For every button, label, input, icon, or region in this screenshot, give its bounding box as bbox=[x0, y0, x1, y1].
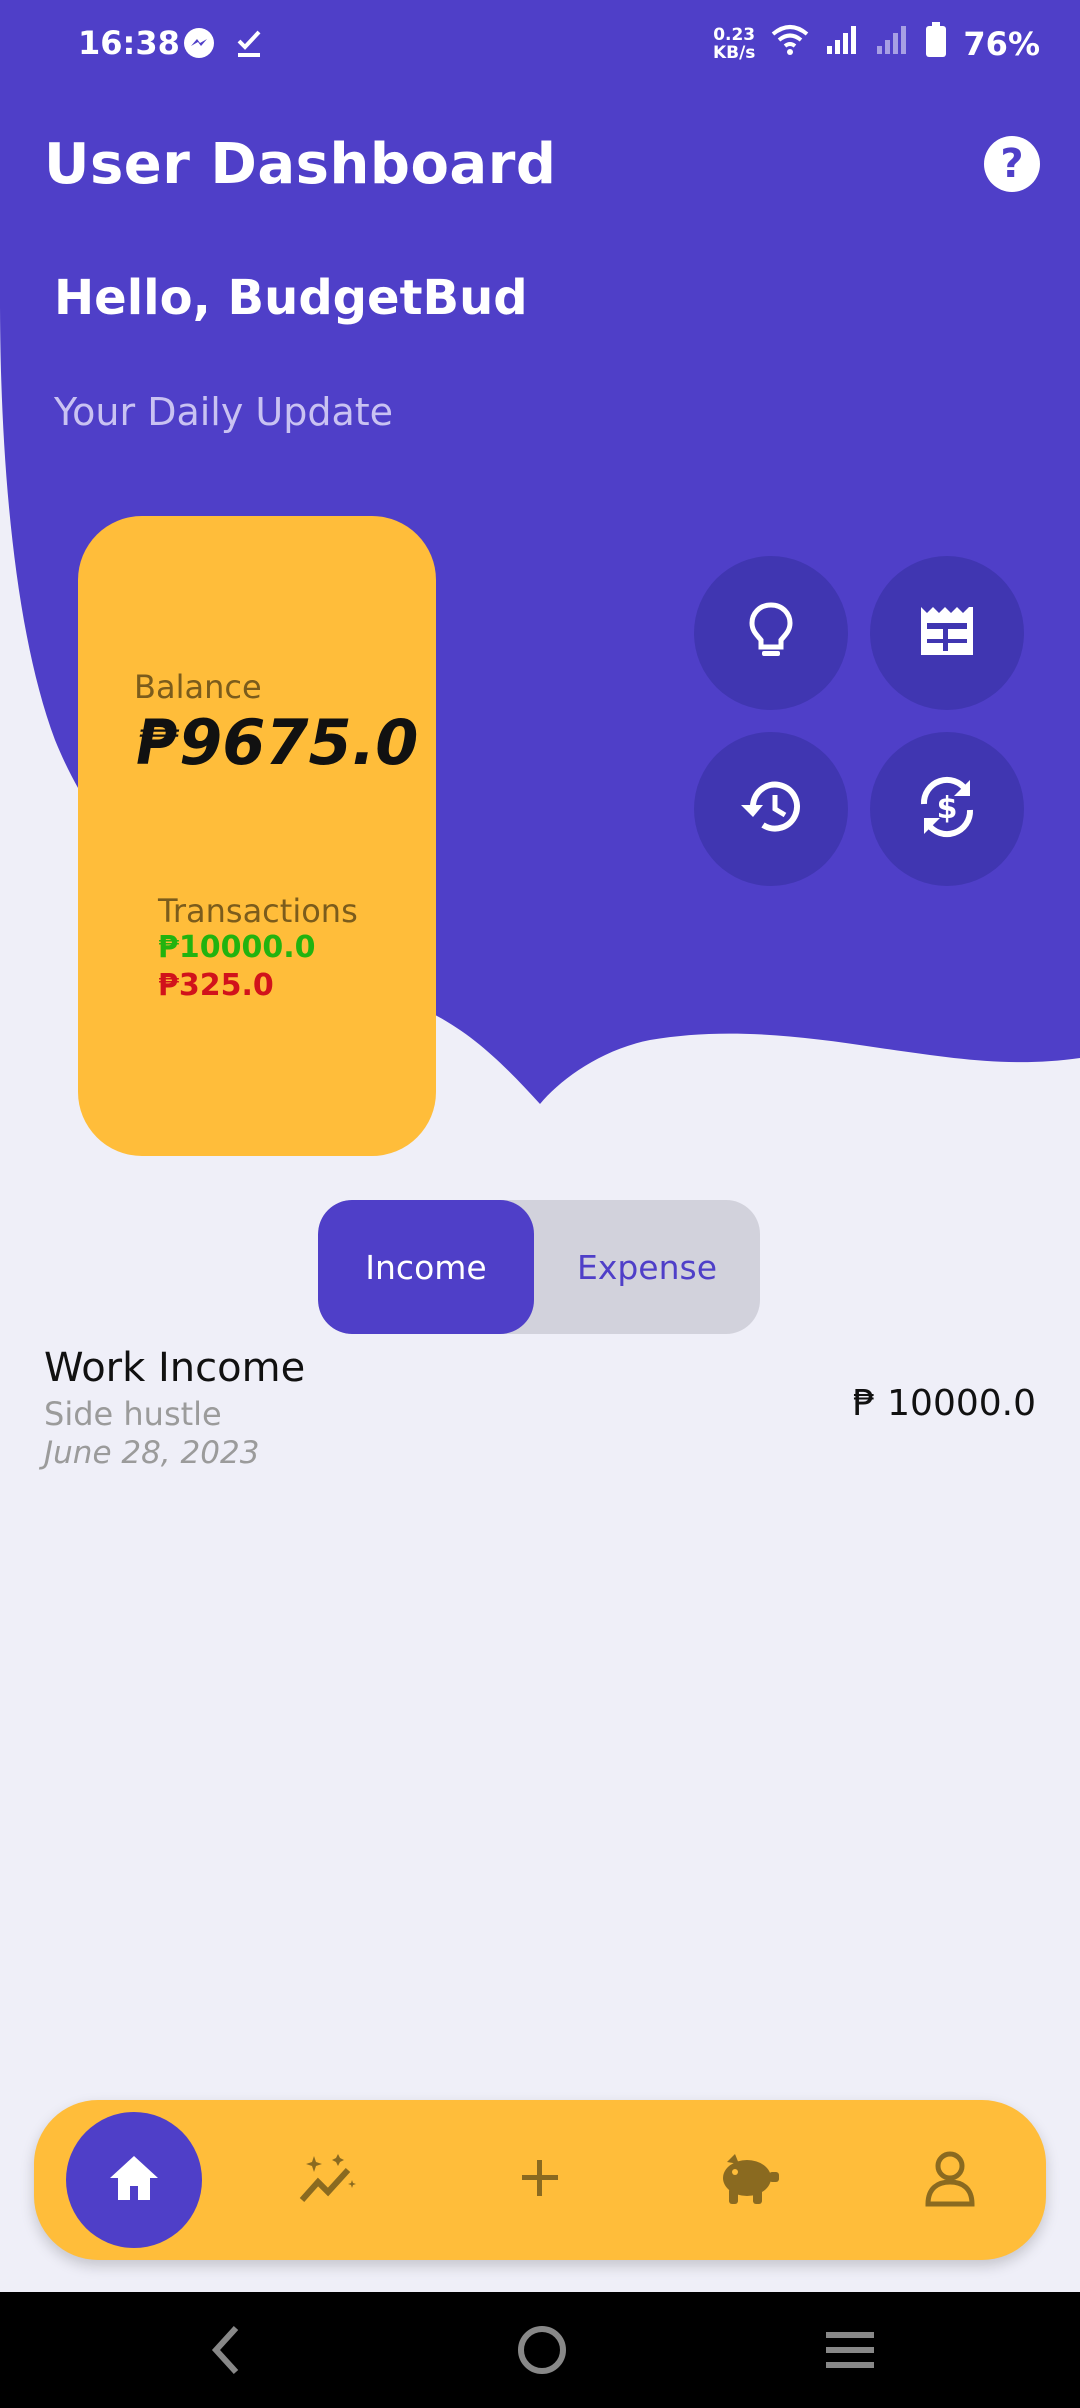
messenger-icon bbox=[182, 26, 216, 68]
insights-icon bbox=[298, 2150, 362, 2210]
income-total: ₱10000.0 bbox=[158, 930, 316, 965]
back-icon[interactable] bbox=[206, 2322, 246, 2382]
expense-total: ₱325.0 bbox=[158, 968, 274, 1003]
status-time: 16:38 bbox=[78, 24, 180, 62]
greeting-text: Hello, BudgetBud bbox=[54, 270, 528, 326]
help-icon[interactable]: ? bbox=[984, 136, 1040, 192]
history-button[interactable] bbox=[694, 732, 848, 886]
transaction-amount: ₱ 10000.0 bbox=[852, 1383, 1036, 1424]
transaction-date: June 28, 2023 bbox=[44, 1435, 260, 1471]
nav-savings[interactable] bbox=[688, 2100, 808, 2260]
nav-home[interactable] bbox=[66, 2112, 202, 2248]
subtitle-text: Your Daily Update bbox=[54, 390, 394, 434]
net-speed-unit: KB/s bbox=[712, 43, 756, 63]
system-status: 0.23 KB/s 76% bbox=[713, 22, 1040, 66]
check-download-icon bbox=[234, 26, 264, 68]
history-icon bbox=[739, 777, 803, 841]
svg-text:$: $ bbox=[937, 791, 958, 826]
currency-exchange-icon: $ bbox=[914, 774, 980, 844]
receipt-icon bbox=[917, 603, 977, 663]
notification-icons bbox=[182, 26, 264, 68]
list-item[interactable]: Work Income Side hustle June 28, 2023 ₱ … bbox=[44, 1345, 1036, 1475]
battery-icon bbox=[925, 22, 947, 66]
tab-expense[interactable]: Expense bbox=[534, 1200, 760, 1334]
profile-icon bbox=[922, 2148, 978, 2212]
tips-button[interactable] bbox=[694, 556, 848, 710]
transactions-label: Transactions bbox=[158, 892, 358, 930]
signal-weak-icon bbox=[875, 24, 909, 64]
recent-apps-icon[interactable] bbox=[822, 2326, 878, 2378]
balance-label: Balance bbox=[134, 668, 262, 706]
wifi-icon bbox=[771, 24, 809, 64]
budget-table-button[interactable] bbox=[870, 556, 1024, 710]
transaction-title: Work Income bbox=[44, 1345, 306, 1391]
transaction-description: Side hustle bbox=[44, 1395, 222, 1433]
nav-add[interactable] bbox=[480, 2100, 600, 2260]
balance-value: ₱9675.0 bbox=[136, 706, 419, 779]
currency-exchange-button[interactable]: $ bbox=[870, 732, 1024, 886]
nav-profile[interactable] bbox=[890, 2100, 1010, 2260]
page-title: User Dashboard bbox=[44, 132, 557, 197]
nav-insights[interactable] bbox=[270, 2100, 390, 2260]
lightbulb-icon bbox=[743, 599, 799, 667]
status-bar: 16:38 0.23 KB/s 76% bbox=[0, 0, 1080, 90]
savings-icon bbox=[713, 2148, 783, 2212]
signal-icon bbox=[825, 24, 859, 64]
net-speed-value: 0.23 bbox=[713, 25, 756, 45]
bottom-navigation bbox=[34, 2100, 1046, 2260]
battery-percent: 76% bbox=[963, 25, 1040, 63]
home-nav-icon[interactable] bbox=[514, 2322, 570, 2382]
income-expense-toggle: Income Expense bbox=[318, 1200, 760, 1334]
balance-card: Balance ₱9675.0 Transactions ₱10000.0 ₱3… bbox=[78, 516, 436, 1156]
add-icon bbox=[518, 2156, 562, 2204]
net-speed: 0.23 KB/s bbox=[713, 26, 755, 62]
home-icon bbox=[106, 2152, 162, 2208]
tab-income[interactable]: Income bbox=[318, 1200, 534, 1334]
system-navigation-bar bbox=[0, 2292, 1080, 2408]
